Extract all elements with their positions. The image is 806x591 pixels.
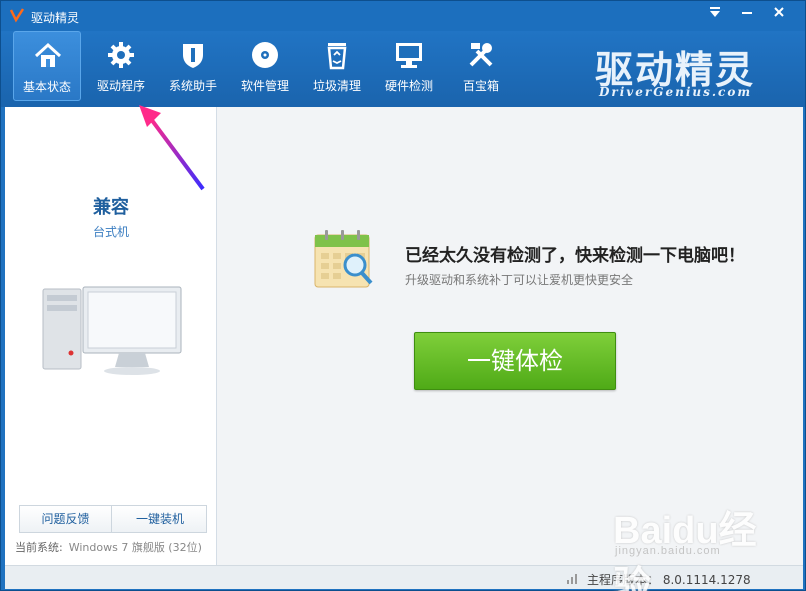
nav-label: 驱动程序 [96,79,145,93]
nav-label: 百宝箱 [462,79,499,93]
watermark-url: jingyan.baidu.com [615,545,721,557]
current-system: 当前系统: Windows 7 旗舰版 (32位) [15,539,202,555]
tools-icon [469,43,493,67]
calendar-search-icon [314,230,373,288]
compat-status: 兼容 [93,197,129,218]
disc-icon [252,42,278,68]
nav-label: 软件管理 [240,79,289,93]
nav-label: 系统助手 [168,79,217,93]
feedback-button[interactable]: 问题反馈 [20,506,112,532]
scan-prompt-subline: 升级驱动和系统补丁可以让爱机更快更安全 [405,273,634,287]
main-panel: 已经太久没有检测了，快来检测一下电脑吧！ 升级驱动和系统补丁可以让爱机更快更安全… [217,107,803,565]
home-icon [34,42,62,67]
system-label: 当前系统: [15,541,63,554]
pc-type: 台式机 [92,225,129,239]
app-window: 驱动精灵 基本状态 驱动程序 系统助手 软件管理 垃圾清理 硬件检测 百宝箱 驱… [0,0,806,591]
nav-cleanup[interactable]: 垃圾清理 [303,31,371,101]
signal-icon [567,574,577,584]
one-click-install-button[interactable]: 一键装机 [113,506,207,532]
window-title: 驱动精灵 [31,11,80,25]
desktop-computer-icon [42,286,182,375]
nav-label: 基本状态 [22,80,71,94]
minimize-icon[interactable] [735,5,759,27]
monitor-icon [396,43,422,68]
recycle-bin-icon [327,43,347,70]
brand-logo: 驱动精灵 DriverGenius.com [595,39,775,101]
nav-basic-status[interactable]: 基本状态 [13,31,81,101]
nav-driver[interactable]: 驱动程序 [87,31,155,101]
nav-toolbox[interactable]: 百宝箱 [447,31,515,101]
nav-label: 硬件检测 [384,79,433,93]
shield-icon [183,44,203,68]
one-click-check-button[interactable]: 一键体检 [414,332,616,390]
nav-hardware[interactable]: 硬件检测 [375,31,443,101]
nav-label: 垃圾清理 [312,79,361,93]
title-bar: 驱动精灵 [1,1,805,31]
sidebar-button-group: 问题反馈 一键装机 [19,505,207,533]
main-toolbar: 基本状态 驱动程序 系统助手 软件管理 垃圾清理 硬件检测 百宝箱 驱动精灵 D… [1,31,805,107]
brand-domain: DriverGenius.com [599,85,753,99]
scan-prompt-headline: 已经太久没有检测了，快来检测一下电脑吧！ [405,246,745,266]
system-value: Windows 7 旗舰版 (32位) [68,541,202,554]
app-logo-icon [9,8,25,23]
dropdown-icon[interactable] [703,5,727,27]
close-icon[interactable] [767,5,791,27]
annotation-arrow [139,105,205,191]
nav-system-helper[interactable]: 系统助手 [159,31,227,101]
gear-icon [108,42,134,68]
nav-software[interactable]: 软件管理 [231,31,299,101]
baidu-watermark: Baidu经验 jingyan.baidu.com [613,499,763,591]
